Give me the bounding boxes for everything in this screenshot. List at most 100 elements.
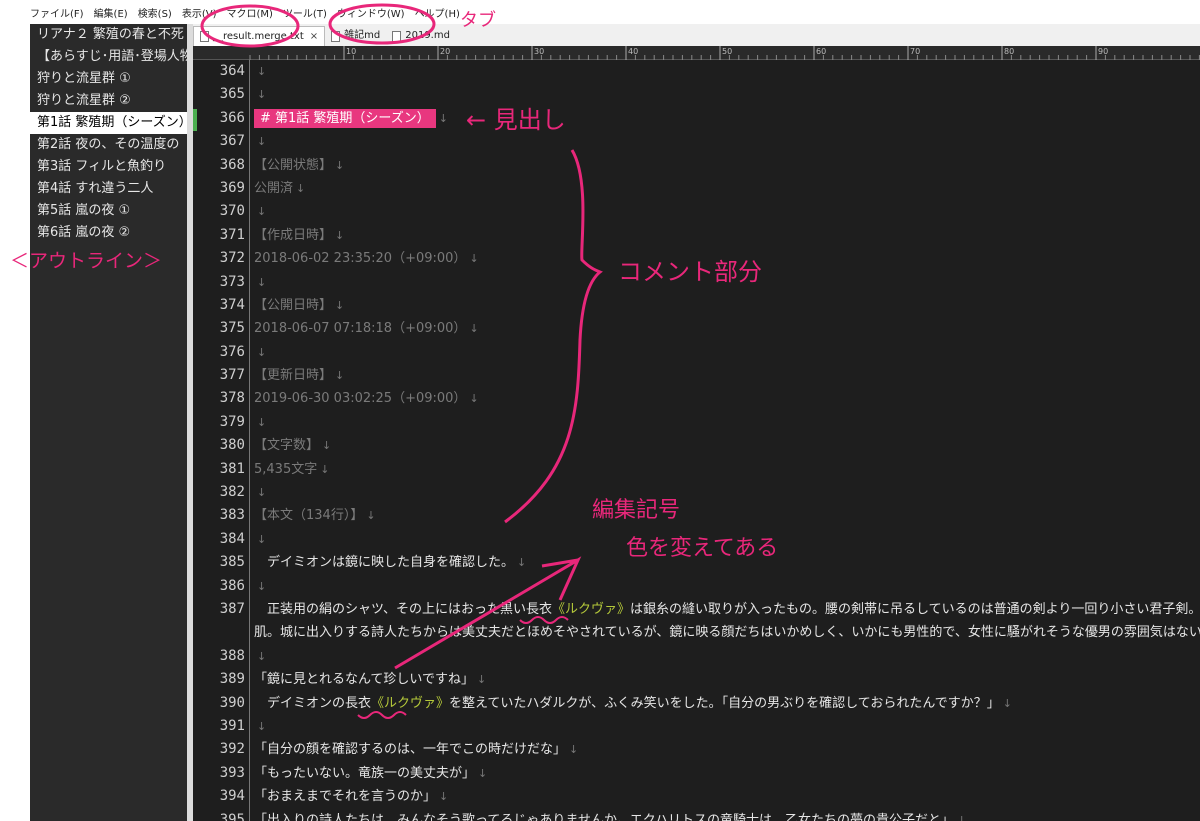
editor-tab[interactable]: 2019.md — [386, 26, 456, 46]
menu-item[interactable]: 検索(S) — [138, 5, 172, 20]
line-number: 377 — [193, 364, 245, 387]
annotation-edit-1: 編集記号 — [592, 492, 680, 524]
menu-item[interactable]: ウィンドウ(W) — [337, 5, 405, 20]
outline-item[interactable]: 第1話 繁殖期（シーズン） — [30, 112, 187, 134]
newline-mark-icon: ↓ — [1003, 697, 1012, 710]
annotation-edit-2: 色を変えてある — [626, 530, 778, 562]
newline-mark-icon: ↓ — [478, 767, 487, 780]
editor-line[interactable]: 395「出入りの詩人たちは、みんなそう歌ってるじゃありませんか。エクハリトスの竜… — [193, 809, 1200, 821]
editor-line[interactable]: 394 「おまえまでそれを言うのか」↓ — [193, 785, 1200, 808]
outline-item[interactable]: 第5話 嵐の夜 ① — [30, 200, 187, 222]
editor-line[interactable]: 369公開済↓ — [193, 177, 1200, 200]
close-icon[interactable]: × — [310, 27, 318, 47]
menu-item[interactable]: 表示(V) — [182, 5, 217, 20]
line-number: 383 — [193, 504, 245, 527]
editor-line[interactable]: 376↓ — [193, 341, 1200, 364]
editor-line[interactable]: 366# 第1話 繁殖期（シーズン）↓ — [193, 107, 1200, 130]
body-text: 正装用の絹のシャツ、その上にはおった黒い長衣《ルクヴァ》は銀糸の縫い取りが入った… — [254, 598, 1200, 621]
outline-item[interactable]: リアナ２ 繁殖の春と不死 — [30, 24, 187, 46]
menu-item[interactable]: マクロ(M) — [227, 5, 273, 20]
editor-line[interactable]: 3752018-06-07 07:18:18（+09:00）↓ — [193, 317, 1200, 340]
line-number: 387 — [193, 598, 245, 621]
outline-item[interactable]: 第2話 夜の、その温度の — [30, 134, 187, 156]
outline-item[interactable]: 狩りと流星群 ① — [30, 68, 187, 90]
editor-line[interactable]: 390 デイミオンの長衣《ルクヴァ》を整えていたハダルクが、ふくみ笑いをした。「… — [193, 692, 1200, 715]
editor-line[interactable]: 365 ↓ — [193, 83, 1200, 106]
line-number: 385 — [193, 551, 245, 574]
body-text: デイミオンは鏡に映した自身を確認した。↓ — [254, 551, 526, 574]
editor-line[interactable]: 374【公開日時】↓ — [193, 294, 1200, 317]
text-segment: 【公開日時】 — [254, 298, 332, 313]
menu-item[interactable]: ヘルプ(H) — [415, 5, 460, 20]
editor-line[interactable]: 3782019-06-30 03:02:25（+09:00）↓ — [193, 387, 1200, 410]
editor-line[interactable]: 379↓ — [193, 411, 1200, 434]
tab-bar: __result.merge.txt× 雑記md 2019.md — [193, 24, 1200, 46]
line-number: 392 — [193, 738, 245, 761]
editor-line[interactable]: 386↓ — [193, 575, 1200, 598]
newline-mark-icon: ↓ — [257, 205, 266, 218]
editor-line[interactable]: 391↓ — [193, 715, 1200, 738]
newline-mark-icon: ↓ — [257, 650, 266, 663]
annotation-comment: コメント部分 — [618, 252, 762, 287]
line-number: 373 — [193, 271, 245, 294]
text-segment: 「もったいない。竜族一の美丈夫が」 — [254, 766, 475, 781]
editor-line[interactable]: 382↓ — [193, 481, 1200, 504]
outline-item[interactable]: 【あらすじ･用語･登場人物 — [30, 46, 187, 68]
body-text: 「鏡に見とれるなんて珍しいですね」↓ — [254, 668, 486, 691]
body-text: ↓ — [254, 715, 266, 738]
newline-mark-icon: ↓ — [469, 322, 478, 335]
editor-line[interactable]: 392「自分の顔を確認するのは、一年でこの時だけだな」↓ — [193, 738, 1200, 761]
editor-tab[interactable]: __result.merge.txt× — [193, 26, 325, 46]
outline-item[interactable]: 第3話 フィルと魚釣り — [30, 156, 187, 178]
editor-line[interactable]: 367↓ — [193, 130, 1200, 153]
editor-line[interactable]: 364↓ — [193, 60, 1200, 83]
line-number: 365 — [193, 83, 245, 106]
newline-mark-icon: ↓ — [257, 65, 266, 78]
text-editor[interactable]: 364↓365↓366# 第1話 繁殖期（シーズン）↓367↓368【公開状態】… — [193, 60, 1200, 821]
line-number: 378 — [193, 387, 245, 410]
tab-label: 雑記md — [344, 26, 380, 46]
column-ruler: 102030405060708090 — [193, 46, 1200, 60]
comment-text: 公開済↓ — [254, 177, 305, 200]
line-number: 394 — [193, 785, 245, 808]
menu-item[interactable]: 編集(E) — [94, 5, 128, 20]
body-text: デイミオンの長衣《ルクヴァ》を整えていたハダルクが、ふくみ笑いをした。「自分の男… — [254, 692, 1012, 715]
heading-highlight: # 第1話 繁殖期（シーズン） — [254, 109, 436, 128]
body-text: ↓ — [254, 83, 266, 106]
editor-line[interactable]: 368【公開状態】↓ — [193, 154, 1200, 177]
menu-item[interactable]: ツール(T) — [283, 5, 327, 20]
editor-line[interactable]: 370↓ — [193, 200, 1200, 223]
text-segment: デイミオンの長衣 — [254, 696, 371, 711]
editor-line[interactable]: 387 正装用の絹のシャツ、その上にはおった黒い長衣《ルクヴァ》は銀糸の縫い取り… — [193, 598, 1200, 621]
menu-item[interactable]: ファイル(F) — [30, 5, 84, 20]
body-text: ↓ — [254, 575, 266, 598]
line-number: 393 — [193, 762, 245, 785]
editor-line[interactable]: 371【作成日時】↓ — [193, 224, 1200, 247]
editor-line[interactable]: 389「鏡に見とれるなんて珍しいですね」↓ — [193, 668, 1200, 691]
editor-tab[interactable]: 雑記md — [325, 26, 386, 46]
line-number: 372 — [193, 247, 245, 270]
body-text: 「おまえまでそれを言うのか」↓ — [254, 785, 448, 808]
text-segment: 「鏡に見とれるなんて珍しいですね」 — [254, 672, 474, 687]
line-number: 388 — [193, 645, 245, 668]
editor-line[interactable]: 3815,435文字↓ — [193, 458, 1200, 481]
outline-item[interactable]: 狩りと流星群 ② — [30, 90, 187, 112]
outline-item[interactable]: 第6話 嵐の夜 ② — [30, 222, 187, 244]
editor-line[interactable]: 388 ↓ — [193, 645, 1200, 668]
editor-line[interactable]: 肌。城に出入りする詩人たちからは美丈夫だとほめそやされているが、鏡に映る顔だちは… — [193, 621, 1200, 644]
text-segment: 【作成日時】 — [254, 228, 332, 243]
menu-bar: ファイル(F) 編集(E) 検索(S) 表示(V) マクロ(M) ツール(T) ウィンドウ(… — [0, 0, 1200, 24]
newline-mark-icon: ↓ — [957, 814, 966, 821]
editor-line[interactable]: 380【文字数】↓ — [193, 434, 1200, 457]
editor-line[interactable]: 377【更新日時】↓ — [193, 364, 1200, 387]
outline-item[interactable]: 第4話 すれ違う二人 — [30, 178, 187, 200]
editor-line[interactable]: 393 「もったいない。竜族一の美丈夫が」↓ — [193, 762, 1200, 785]
text-segment: 公開済 — [254, 181, 293, 196]
newline-mark-icon: ↓ — [296, 182, 305, 195]
text-segment: 正装用の絹のシャツ、その上にはおった黒い長衣 — [254, 602, 552, 617]
body-text: 「もったいない。竜族一の美丈夫が」↓ — [254, 762, 487, 785]
editor-line[interactable]: 383【本文（134行）】↓ — [193, 504, 1200, 527]
line-number: 367 — [193, 130, 245, 153]
newline-mark-icon: ↓ — [335, 229, 344, 242]
document-icon — [331, 31, 340, 42]
